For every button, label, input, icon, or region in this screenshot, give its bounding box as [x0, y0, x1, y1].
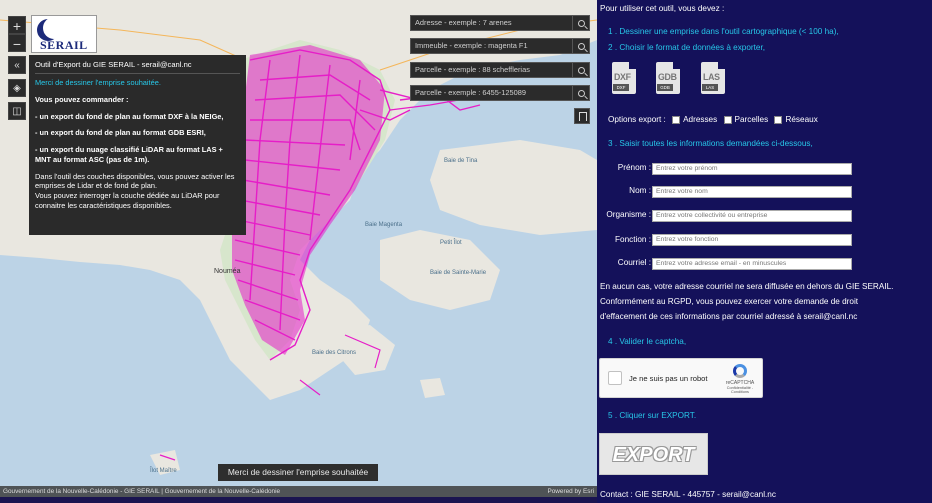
contact-line: Contact : GIE SERAIL - 445757 - serail@c… [600, 490, 776, 499]
format-dxf-button[interactable]: DXF DXF [612, 62, 636, 94]
double-chevron-left-icon: « [14, 60, 20, 71]
search-parcel-name-input[interactable]: Parcelle - exemple : 88 schefflerias [415, 63, 571, 77]
label-organisme: Organisme : [606, 210, 651, 219]
map-view[interactable]: Baie de Tina Baie de Sainte-Marie Baie d… [0, 0, 597, 497]
courriel-input[interactable]: Entrez votre adresse email - en minuscul… [652, 258, 852, 270]
search-address[interactable]: Adresse - exemple : 7 arenes [410, 15, 590, 31]
serail-logo: SERAIL [31, 15, 97, 53]
step-1: 1 . Dessiner une emprise dans l'outil ca… [608, 27, 839, 36]
info-panel: Outil d'Export du GIE SERAIL - serail@ca… [29, 55, 246, 235]
map-label: Petit Îlot [440, 240, 462, 246]
map-label: Îlot Maître [150, 468, 177, 474]
search-building[interactable]: Immeuble - exemple : magenta F1 [410, 38, 590, 54]
export-panel: Pour utiliser cet outil, vous devez : 1 … [597, 0, 932, 503]
info-item-gdb: - un export du fond de plan au format GD… [35, 128, 206, 138]
info-command: Vous pouvez commander : [35, 94, 129, 104]
nom-input[interactable]: Entrez votre nom [652, 186, 852, 198]
search-icon [577, 43, 585, 50]
step-3: 3 . Saisir toutes les informations deman… [608, 139, 813, 148]
map-label: Nouméa [214, 268, 241, 275]
zoom-out-button[interactable]: − [8, 34, 26, 52]
format-sub: LAS [702, 84, 718, 91]
map-label: Baie des Citrons [312, 350, 357, 356]
option-adresses-label: Adresses [683, 115, 718, 124]
privacy-line-2: Conformément au RGPD, vous pouvez exerce… [600, 297, 859, 306]
label-prenom: Prénom : [617, 163, 651, 172]
checkbox-reseaux[interactable] [774, 115, 783, 124]
format-ext: GDB [658, 72, 677, 82]
step-5: 5 . Cliquer sur EXPORT. [608, 411, 697, 420]
recaptcha-widget: Je ne suis pas un robot reCAPTCHA Confid… [599, 358, 763, 398]
format-ext: DXF [614, 72, 631, 82]
label-courriel: Courriel : [617, 258, 651, 267]
map-label: Baie de Sainte-Marie [430, 270, 487, 276]
organisme-input[interactable]: Entrez votre collectivité ou entreprise [652, 210, 852, 222]
format-sub: GDB [657, 84, 673, 91]
step-4: 4 . Valider le captcha, [608, 337, 687, 346]
search-parcel-number[interactable]: Parcelle - exemple : 6455-125089 [410, 85, 590, 101]
option-parcelles-label: Parcelles [734, 115, 769, 124]
info-header: Outil d'Export du GIE SERAIL - serail@ca… [35, 60, 240, 75]
panel-intro: Pour utiliser cet outil, vous devez : [600, 4, 725, 13]
format-gdb-button[interactable]: GDB GDB [656, 62, 680, 94]
recaptcha-logo: reCAPTCHA Confidentialité - Conditions [722, 364, 758, 394]
step-2: 2 . Choisir le format de données à expor… [608, 43, 766, 52]
info-note-lidar: Vous pouvez interroger la couche dédiée … [35, 191, 220, 210]
search-icon [577, 67, 585, 74]
recaptcha-label: Je ne suis pas un robot [629, 374, 708, 383]
recaptcha-checkbox[interactable] [608, 371, 622, 385]
label-fonction: Fonction : [615, 235, 651, 244]
attribution-text: Gouvernement de la Nouvelle-Calédonie - … [3, 488, 281, 495]
search-parcel-number-button[interactable] [572, 86, 589, 100]
draw-tool-button[interactable]: ◫ [8, 102, 26, 120]
privacy-line-1: En aucun cas, votre adresse courriel ne … [600, 282, 894, 291]
search-address-input[interactable]: Adresse - exemple : 7 arenes [415, 16, 571, 30]
search-address-button[interactable] [572, 16, 589, 30]
layers-icon: ◈ [13, 83, 21, 94]
fonction-input[interactable]: Entrez votre fonction [652, 234, 852, 246]
option-reseaux-label: Réseaux [785, 115, 818, 124]
export-button[interactable]: EXPORT [599, 433, 708, 475]
zoom-in-button[interactable]: + [8, 16, 26, 34]
draw-hint-toast: Merci de dessiner l'emprise souhaitée [218, 464, 378, 481]
options-label: Options export : [608, 115, 666, 124]
powered-by-link[interactable]: Powered by Esri [547, 486, 594, 497]
checkbox-parcelles[interactable] [723, 115, 732, 124]
search-parcel-number-input[interactable]: Parcelle - exemple : 6455-125089 [415, 86, 571, 100]
search-building-button[interactable] [572, 39, 589, 53]
format-sub: DXF [613, 84, 629, 91]
recaptcha-icon [733, 364, 747, 378]
info-intro: Merci de dessiner l'emprise souhaitée. [35, 78, 161, 88]
search-icon [577, 20, 585, 27]
checkbox-adresses[interactable] [672, 115, 681, 124]
app-root: Baie de Tina Baie de Sainte-Marie Baie d… [0, 0, 932, 503]
bookmark-button[interactable] [574, 108, 590, 124]
privacy-line-3: d'effacement de ces informations par cou… [600, 312, 858, 321]
info-item-lidar: - un export du nuage classifié LiDAR au … [35, 145, 223, 164]
format-las-button[interactable]: LAS LAS [701, 62, 725, 94]
info-item-dxf: - un export du fond de plan au format DX… [35, 111, 224, 121]
collapse-panel-button[interactable]: « [8, 56, 26, 74]
search-building-input[interactable]: Immeuble - exemple : magenta F1 [415, 39, 571, 53]
info-note-layers: Dans l'outil des couches disponibles, vo… [35, 171, 235, 191]
prenom-input[interactable]: Entrez votre prénom [652, 163, 852, 175]
format-ext: LAS [703, 72, 720, 82]
search-icon [577, 90, 585, 97]
label-nom: Nom : [629, 186, 651, 195]
search-parcel-name-button[interactable] [572, 63, 589, 77]
map-attribution: Gouvernement de la Nouvelle-Calédonie - … [0, 486, 597, 497]
layers-button[interactable]: ◈ [8, 79, 26, 97]
map-label: Baie Magenta [365, 222, 403, 228]
export-options: Options export : Adresses Parcelles Rése… [608, 115, 818, 124]
search-parcel-name[interactable]: Parcelle - exemple : 88 schefflerias [410, 62, 590, 78]
recaptcha-terms-link[interactable]: Confidentialité - Conditions [722, 386, 758, 394]
draw-polygon-icon: ◫ [12, 106, 22, 117]
logo-text: SERAIL [40, 38, 88, 52]
map-label: Baie de Tina [444, 158, 478, 164]
